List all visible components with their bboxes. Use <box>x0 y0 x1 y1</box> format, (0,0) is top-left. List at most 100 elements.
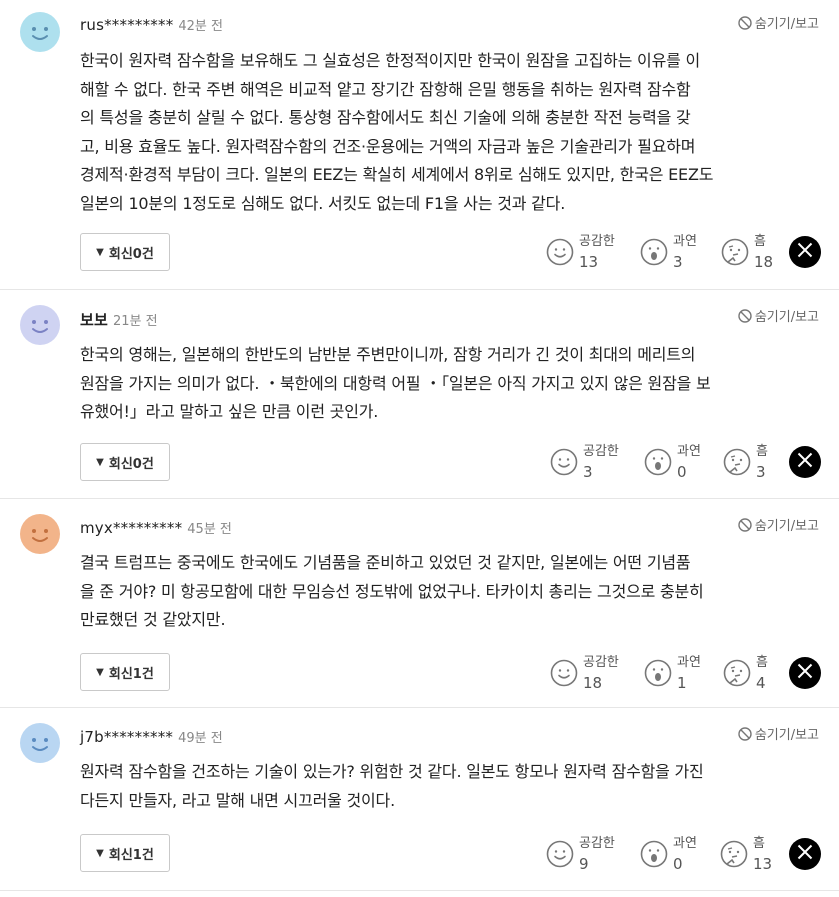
x-logo-icon <box>797 844 813 864</box>
avatar <box>20 305 60 345</box>
reaction-count: 3 <box>583 463 593 481</box>
comment-line: 한국의 영해는, 일본해의 한반도의 남반분 주변만이니까, 잠항 거리가 긴 … <box>80 345 696 364</box>
smile-icon <box>550 659 578 687</box>
hide-report-label: 숨기기/보고 <box>754 310 819 325</box>
replies-button[interactable]: ▼ 회신1건 <box>80 834 170 872</box>
reaction-label: 공감한 <box>583 655 619 670</box>
hide-report-button[interactable]: 숨기기/보고 <box>738 724 819 743</box>
prohibit-icon <box>738 726 752 741</box>
thinking-icon <box>723 448 751 476</box>
reaction-label: 흠 <box>753 836 765 851</box>
prohibit-icon <box>738 15 752 30</box>
x-logo-icon <box>797 242 813 262</box>
x-share-button[interactable] <box>789 657 821 689</box>
username[interactable]: rus********* <box>80 16 173 34</box>
comment-line: 한국이 원자력 잠수함을 보유해도 그 실효성은 한정적이지만 한국이 원잠을 … <box>80 51 701 70</box>
timestamp: 21분 전 <box>113 314 158 329</box>
caret-down-icon: ▼ <box>96 666 104 678</box>
reaction-empathy[interactable]: 공감한 18 <box>550 653 619 693</box>
comment-line: 일본의 10분의 1정도로 심해도 없다. 서킷도 없는데 F1을 사는 것과 … <box>80 193 566 213</box>
reaction-label: 흠 <box>756 444 768 459</box>
reaction-count: 3 <box>673 253 683 271</box>
comment-header: rus********* 42분 전 <box>80 15 223 34</box>
surprised-icon <box>644 448 672 476</box>
reaction-indeed[interactable]: 과연 3 <box>640 232 697 272</box>
timestamp: 42분 전 <box>178 19 223 34</box>
reaction-indeed[interactable]: 과연 0 <box>644 442 701 482</box>
username[interactable]: myx********* <box>80 519 182 537</box>
x-share-button[interactable] <box>789 236 821 268</box>
hide-report-label: 숨기기/보고 <box>754 728 819 743</box>
x-logo-icon <box>797 452 813 472</box>
caret-down-icon: ▼ <box>96 847 104 859</box>
replies-label: 회신0건 <box>108 246 154 262</box>
comment-header: j7b********* 49분 전 <box>80 727 223 746</box>
thinking-icon <box>721 238 749 266</box>
comment-line: 원잠을 가지는 의미가 없다. ・북한에의 대항력 어필 ・「일본은 아직 가지… <box>80 373 711 393</box>
comment-header: 보보 21분 전 <box>80 309 158 330</box>
timestamp: 49분 전 <box>178 731 223 746</box>
thinking-icon <box>723 659 751 687</box>
comment-line: 해할 수 없다. 한국 주변 해역은 비교적 얕고 장기간 잠항해 은밀 행동을… <box>80 79 691 99</box>
comment-text: 원자력 잠수함을 건조하는 기술이 있는가? 위험한 것 같다. 일본도 항모나… <box>80 758 824 815</box>
comment-line: 유했어!」라고 말하고 싶은 만큼 이런 곳인가. <box>80 402 379 421</box>
reaction-count: 1 <box>677 674 687 692</box>
reaction-empathy[interactable]: 공감한 3 <box>550 442 619 482</box>
comment-item: 보보 21분 전 숨기기/보고 한국의 영해는, 일본해의 한반도의 남반분 주… <box>0 290 839 499</box>
timestamp: 45분 전 <box>187 522 232 537</box>
reaction-hmm[interactable]: 흠 18 <box>721 232 773 272</box>
prohibit-icon <box>738 308 752 323</box>
reaction-hmm[interactable]: 흠4 <box>723 653 768 693</box>
replies-button[interactable]: ▼ 회신1건 <box>80 653 170 691</box>
smile-icon <box>546 840 574 868</box>
replies-button[interactable]: ▼ 회신0건 <box>80 233 170 271</box>
reaction-label: 공감한 <box>579 234 615 249</box>
hide-report-label: 숨기기/보고 <box>754 519 819 534</box>
reaction-count: 13 <box>753 855 773 873</box>
reaction-label: 공감한 <box>583 444 619 459</box>
smile-icon <box>546 238 574 266</box>
comment-line: 결국 트럼프는 중국에도 한국에도 기념품을 준비하고 있었던 것 같지만, 일… <box>80 553 691 572</box>
reaction-count: 4 <box>756 674 766 692</box>
reaction-count: 9 <box>579 855 589 873</box>
avatar <box>20 12 60 52</box>
x-logo-icon <box>797 663 813 683</box>
comment-item: j7b********* 49분 전 숨기기/보고 원자력 잠수함을 건조하는 … <box>0 708 839 891</box>
prohibit-icon <box>738 517 752 532</box>
replies-label: 회신1건 <box>108 847 154 863</box>
x-share-button[interactable] <box>789 446 821 478</box>
reaction-hmm[interactable]: 흠 13 <box>720 834 772 874</box>
avatar <box>20 514 60 554</box>
reaction-indeed[interactable]: 과연 1 <box>644 653 701 693</box>
comment-line: 고, 비용 효율도 높다. 원자력잠수함의 건조·운용에는 거액의 자금과 높은… <box>80 136 696 156</box>
reaction-hmm[interactable]: 흠3 <box>723 442 768 482</box>
replies-button[interactable]: ▼ 회신0건 <box>80 443 170 481</box>
comment-header: myx********* 45분 전 <box>80 518 232 537</box>
comment-text: 한국의 영해는, 일본해의 한반도의 남반분 주변만이니까, 잠항 거리가 긴 … <box>80 341 824 427</box>
reaction-count: 18 <box>583 674 603 692</box>
surprised-icon <box>640 238 668 266</box>
hide-report-label: 숨기기/보고 <box>754 17 819 32</box>
reaction-label: 공감한 <box>579 836 615 851</box>
reaction-count: 0 <box>677 463 687 481</box>
caret-down-icon: ▼ <box>96 246 104 258</box>
reaction-empathy[interactable]: 공감한 9 <box>546 834 615 874</box>
x-share-button[interactable] <box>789 838 821 870</box>
comment-line: 원자력 잠수함을 건조하는 기술이 있는가? 위험한 것 같다. 일본도 항모나… <box>80 762 704 781</box>
surprised-icon <box>640 840 668 868</box>
username[interactable]: 보보 <box>80 309 108 330</box>
smile-icon <box>550 448 578 476</box>
hide-report-button[interactable]: 숨기기/보고 <box>738 515 819 534</box>
surprised-icon <box>644 659 672 687</box>
reaction-label: 흠 <box>754 234 766 249</box>
comment-line: 의 특성을 충분히 살릴 수 없다. 통상형 잠수함에서도 최신 기술에 의해 … <box>80 108 691 127</box>
hide-report-button[interactable]: 숨기기/보고 <box>738 306 819 325</box>
hide-report-button[interactable]: 숨기기/보고 <box>738 13 819 32</box>
reaction-empathy[interactable]: 공감한 13 <box>546 232 615 272</box>
reaction-indeed[interactable]: 과연 0 <box>640 834 697 874</box>
username[interactable]: j7b********* <box>80 728 173 746</box>
comment-line: 을 준 거야? 미 항공모함에 대한 무임승선 정도밖에 없었구나. 타카이치 … <box>80 581 704 601</box>
reaction-label: 과연 <box>673 836 697 851</box>
reaction-label: 흠 <box>756 655 768 670</box>
thinking-icon <box>720 840 748 868</box>
